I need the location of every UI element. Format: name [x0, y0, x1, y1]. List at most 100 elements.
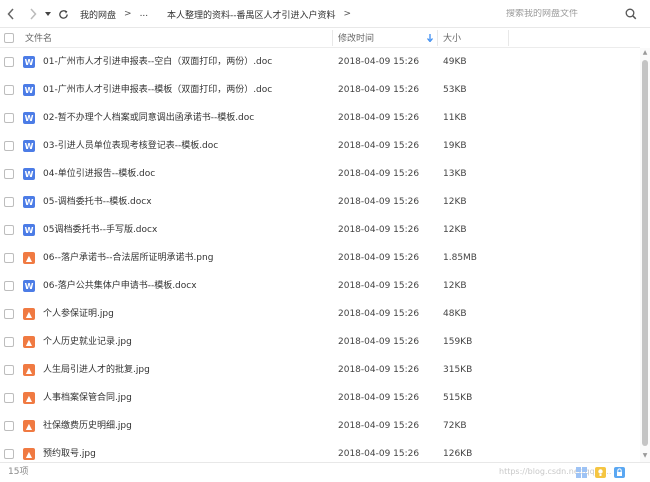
file-row-checkbox[interactable]	[4, 113, 14, 123]
history-dropdown-button[interactable]	[43, 5, 53, 23]
file-row-checkbox[interactable]	[4, 449, 14, 459]
file-size: 315KB	[443, 365, 473, 375]
search-icon[interactable]	[624, 7, 638, 21]
file-modified-time: 2018-04-09 15:26	[338, 421, 420, 431]
file-modified-time: 2018-04-09 15:26	[338, 113, 420, 123]
file-row[interactable]: W 01-广州市人才引进申报表--模板（双面打印，两份）.doc 2018-04-0…	[0, 76, 640, 104]
file-modified-time: 2018-04-09 15:26	[338, 309, 420, 319]
column-header-size[interactable]: 大小	[443, 28, 461, 47]
file-row[interactable]: W 03-引进人员单位表现考核登记表--模板.doc 2018-04-09 15:2…	[0, 132, 640, 160]
word-doc-icon: W	[23, 56, 35, 68]
lock-icon[interactable]	[613, 466, 626, 479]
back-button[interactable]	[4, 5, 18, 23]
file-row-checkbox[interactable]	[4, 281, 14, 291]
file-name[interactable]: 人事档案保管合同.jpg	[43, 384, 132, 412]
file-name[interactable]: 05调档委托书--手写版.docx	[43, 216, 157, 244]
file-row-checkbox[interactable]	[4, 225, 14, 235]
refresh-button[interactable]	[56, 5, 70, 23]
scroll-down-icon[interactable]: ▼	[641, 452, 649, 460]
file-row[interactable]: ▲ 人生局引进人才的批复.jpg 2018-04-09 15:26 315KB	[0, 356, 640, 384]
file-row[interactable]: ▲ 06--落户承诺书--合法居所证明承诺书.png 2018-04-09 15:2…	[0, 244, 640, 272]
word-doc-icon: W	[23, 224, 35, 236]
file-row[interactable]: W 01-广州市人才引进申报表--空白（双面打印，两份）.doc 2018-04-0…	[0, 48, 640, 76]
chevron-right-icon	[30, 8, 37, 20]
file-row[interactable]: ▲ 预约取号.jpg 2018-04-09 15:26 126KB	[0, 440, 640, 462]
lightbulb-icon[interactable]	[594, 466, 607, 479]
scroll-thumb[interactable]	[642, 60, 648, 446]
image-file-icon: ▲	[23, 252, 35, 264]
file-name[interactable]: 05-调档委托书--模板.docx	[43, 188, 152, 216]
word-doc-icon: W	[23, 196, 35, 208]
file-size: 515KB	[443, 393, 473, 403]
file-row[interactable]: ▲ 人事档案保管合同.jpg 2018-04-09 15:26 515KB	[0, 384, 640, 412]
file-row-checkbox[interactable]	[4, 309, 14, 319]
chevron-left-icon	[7, 8, 14, 20]
breadcrumb-current[interactable]: 本人整理的资料--番禺区人才引进入户资料	[167, 8, 336, 21]
file-row[interactable]: ▲ 个人历史就业记录.jpg 2018-04-09 15:26 159KB	[0, 328, 640, 356]
file-name[interactable]: 06--落户承诺书--合法居所证明承诺书.png	[43, 244, 213, 272]
file-row-checkbox[interactable]	[4, 365, 14, 375]
select-all-checkbox[interactable]	[4, 28, 14, 47]
breadcrumb-ellipsis[interactable]: ...	[140, 9, 149, 19]
file-size: 1.85MB	[443, 253, 477, 263]
file-size: 12KB	[443, 197, 467, 207]
file-row-checkbox[interactable]	[4, 57, 14, 67]
forward-button[interactable]	[26, 5, 40, 23]
vertical-scrollbar[interactable]: ▲ ▼	[640, 48, 650, 462]
file-name[interactable]: 03-引进人员单位表现考核登记表--模板.doc	[43, 132, 218, 160]
file-row-checkbox[interactable]	[4, 253, 14, 263]
item-count: 15项	[8, 467, 29, 477]
file-size: 13KB	[443, 169, 467, 179]
status-bar: 15项 https://blog.csdn.net/qq_4...	[0, 462, 650, 481]
file-modified-time: 2018-04-09 15:26	[338, 197, 420, 207]
file-row[interactable]: ▲ 社保缴费历史明细.jpg 2018-04-09 15:26 72KB	[0, 412, 640, 440]
file-row[interactable]: ▲ 个人参保证明.jpg 2018-04-09 15:26 48KB	[0, 300, 640, 328]
file-row[interactable]: W 04-单位引进报告--模板.doc 2018-04-09 15:26 13KB	[0, 160, 640, 188]
word-doc-icon: W	[23, 112, 35, 124]
file-name[interactable]: 01-广州市人才引进申报表--模板（双面打印，两份）.doc	[43, 76, 272, 104]
file-name[interactable]: 个人历史就业记录.jpg	[43, 328, 132, 356]
search-input[interactable]	[502, 9, 616, 19]
file-row-checkbox[interactable]	[4, 169, 14, 179]
breadcrumb-separator-icon	[156, 9, 159, 19]
column-header-name[interactable]: 文件名	[25, 28, 52, 47]
file-row-checkbox[interactable]	[4, 393, 14, 403]
file-modified-time: 2018-04-09 15:26	[338, 393, 420, 403]
file-name[interactable]: 社保缴费历史明细.jpg	[43, 412, 132, 440]
file-size: 19KB	[443, 141, 467, 151]
file-size: 49KB	[443, 57, 467, 67]
word-doc-icon: W	[23, 168, 35, 180]
file-name[interactable]: 02-暂不办理个人档案或同意调出函承诺书--模板.doc	[43, 104, 254, 132]
grid-view-icon[interactable]	[575, 466, 588, 479]
file-name[interactable]: 06-落户公共集体户申请书--模板.docx	[43, 272, 197, 300]
sort-desc-icon[interactable]	[427, 28, 433, 47]
file-name[interactable]: 人生局引进人才的批复.jpg	[43, 356, 150, 384]
file-row[interactable]: W 06-落户公共集体户申请书--模板.docx 2018-04-09 15:26 1…	[0, 272, 640, 300]
refresh-icon	[58, 9, 68, 19]
file-row[interactable]: W 05-调档委托书--模板.docx 2018-04-09 15:26 12KB	[0, 188, 640, 216]
file-row[interactable]: W 05调档委托书--手写版.docx 2018-04-09 15:26 12KB	[0, 216, 640, 244]
file-row-checkbox[interactable]	[4, 85, 14, 95]
breadcrumb-root[interactable]: 我的网盘	[80, 8, 116, 21]
file-row-checkbox[interactable]	[4, 141, 14, 151]
file-modified-time: 2018-04-09 15:26	[338, 57, 420, 67]
file-modified-time: 2018-04-09 15:26	[338, 169, 420, 179]
file-modified-time: 2018-04-09 15:26	[338, 253, 420, 263]
breadcrumb-separator-icon: >	[343, 9, 352, 19]
file-name[interactable]: 预约取号.jpg	[43, 440, 96, 462]
file-size: 159KB	[443, 337, 473, 347]
image-file-icon: ▲	[23, 308, 35, 320]
file-size: 48KB	[443, 309, 467, 319]
search-box	[502, 4, 642, 24]
file-row[interactable]: W 02-暂不办理个人档案或同意调出函承诺书--模板.doc 2018-04-09 …	[0, 104, 640, 132]
image-file-icon: ▲	[23, 336, 35, 348]
column-header-modified[interactable]: 修改时间	[338, 28, 374, 47]
file-name[interactable]: 个人参保证明.jpg	[43, 300, 114, 328]
file-name[interactable]: 04-单位引进报告--模板.doc	[43, 160, 155, 188]
file-name[interactable]: 01-广州市人才引进申报表--空白（双面打印，两份）.doc	[43, 48, 272, 76]
file-row-checkbox[interactable]	[4, 337, 14, 347]
file-row-checkbox[interactable]	[4, 197, 14, 207]
file-row-checkbox[interactable]	[4, 421, 14, 431]
scroll-up-icon[interactable]: ▲	[641, 49, 649, 57]
file-size: 11KB	[443, 113, 467, 123]
